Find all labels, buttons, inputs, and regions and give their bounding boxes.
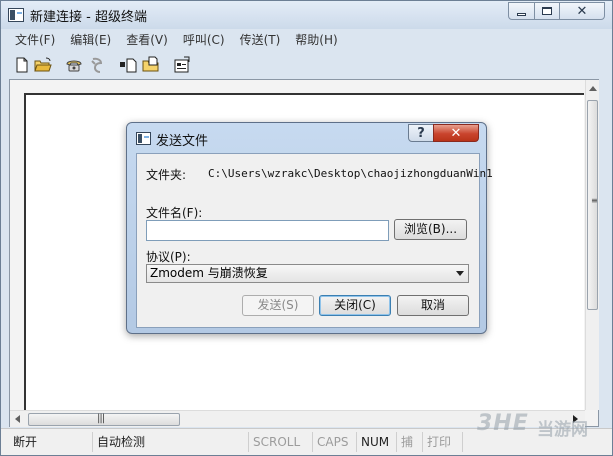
open-folder-icon[interactable] (33, 55, 53, 75)
app-terminal-icon (8, 8, 24, 22)
menu-transfer[interactable]: 传送(T) (232, 31, 288, 51)
send-button[interactable]: 发送(S) (242, 295, 314, 316)
folder-label: 文件夹: (146, 168, 187, 182)
send-file-icon[interactable] (118, 55, 138, 75)
maximize-icon (542, 7, 552, 15)
window-title: 新建连接 - 超级终端 (30, 10, 147, 25)
minimize-icon (517, 12, 526, 16)
dialog-body: 文件夹: C:\Users\wzrakc\Desktop\chaojizhong… (136, 153, 493, 328)
menu-file[interactable]: 文件(F) (7, 31, 62, 51)
filename-label: 文件名(F): (146, 206, 203, 220)
toolbar (9, 52, 607, 78)
vertical-scrollbar[interactable]: ≡ (585, 80, 599, 410)
status-capture: 捕 (397, 432, 423, 452)
send-file-dialog: 发送文件 ? ✕ 文件夹: C:\Users\wzrakc\Desktop\ch… (126, 122, 493, 334)
dialog-terminal-icon (136, 132, 151, 145)
status-connection: 断开 (9, 432, 93, 452)
close-icon: ✕ (576, 3, 588, 19)
vertical-scroll-thumb[interactable]: ≡ (587, 100, 598, 310)
watermark-brand: 3HE (477, 411, 529, 436)
protocol-label: 协议(P): (146, 250, 191, 264)
minimize-button[interactable] (508, 2, 535, 20)
dialog-title: 发送文件 (156, 134, 209, 149)
chevron-down-icon (456, 271, 464, 276)
status-scroll: SCROLL (249, 432, 313, 452)
menu-bar: 文件(F) 编辑(E) 查看(V) 呼叫(C) 传送(T) 帮助(H) (7, 31, 607, 51)
protocol-select[interactable]: Zmodem 与崩溃恢复 (146, 264, 469, 283)
maximize-button[interactable] (534, 2, 560, 20)
menu-view[interactable]: 查看(V) (118, 31, 175, 51)
filename-input[interactable] (146, 220, 389, 241)
watermark-site: 当游网 (537, 420, 588, 440)
vertical-grip-icon: ≡ (591, 196, 598, 205)
dialog-help-button[interactable]: ? (408, 124, 434, 142)
horizontal-grip-icon: ||| (97, 413, 105, 424)
close-window-button[interactable]: ✕ (559, 2, 605, 20)
horizontal-scroll-thumb[interactable]: ||| (28, 413, 180, 426)
status-caps: CAPS (313, 432, 357, 452)
dialog-close-button[interactable]: ✕ (433, 124, 479, 142)
site-watermark: 3HE 当游网 (477, 411, 607, 441)
hyperterminal-window: 新建连接 - 超级终端 ✕ 文件(F) 编辑(E) 查看(V) 呼叫(C) 传送… (0, 0, 613, 456)
folder-path: C:\Users\wzrakc\Desktop\chaojizhongduanW… (208, 167, 493, 180)
menu-call[interactable]: 呼叫(C) (175, 31, 232, 51)
menu-edit[interactable]: 编辑(E) (62, 31, 118, 51)
close-dialog-button[interactable]: 关闭(C) (319, 295, 391, 316)
status-num: NUM (357, 432, 397, 452)
status-auto-detect: 自动检测 (93, 432, 249, 452)
protocol-selected-value: Zmodem 与崩溃恢复 (150, 266, 268, 280)
new-file-icon[interactable] (12, 55, 32, 75)
browse-button[interactable]: 浏览(B)... (394, 219, 467, 240)
cancel-button[interactable]: 取消 (397, 295, 469, 316)
status-print: 打印 (423, 432, 463, 452)
scroll-up-arrow-icon[interactable] (589, 86, 597, 91)
title-bar[interactable]: 新建连接 - 超级终端 ✕ (1, 1, 612, 29)
scroll-left-arrow-icon[interactable] (15, 415, 20, 423)
receive-file-icon[interactable] (141, 55, 161, 75)
phone-connect-icon[interactable] (64, 55, 84, 75)
properties-icon[interactable] (172, 55, 192, 75)
menu-help[interactable]: 帮助(H) (287, 31, 344, 51)
disconnect-icon[interactable] (87, 55, 107, 75)
